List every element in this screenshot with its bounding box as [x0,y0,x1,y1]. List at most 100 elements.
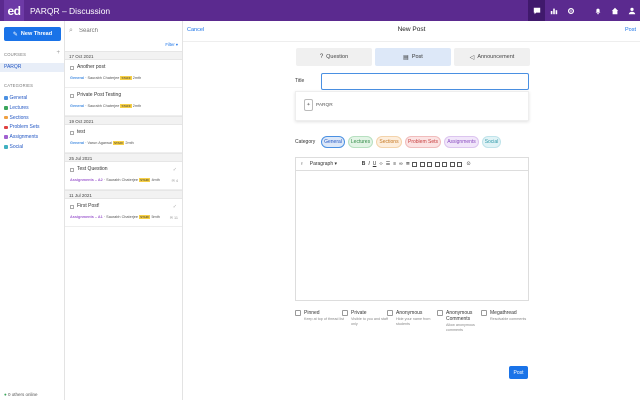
thread-author: Saurabh Chaterjee [106,178,139,182]
thread-meta: General · Varun Agarwal STAFF 2mth [70,141,134,145]
category-chip-sections[interactable]: Sections [376,136,402,148]
category-label: General [9,95,28,101]
filter-dropdown[interactable]: Filter ▾ [165,42,178,47]
page-title: New Post [397,26,426,33]
thread-type-icon [70,205,74,209]
snippet-icon[interactable] [442,161,448,167]
thread-item[interactable]: Test Question Assignments – A2 · Saurabh … [65,162,182,190]
date-header: 11 Jul 2021 [65,190,182,199]
option-checkbox[interactable] [295,310,301,316]
thread-meta: Assignments – A2 · Saurabh Chaterjee STA… [70,178,160,182]
online-text: 0 others online [7,392,38,397]
editor-toolbar: ♀ Paragraph ▾ B I U ‹› ☰ ≡ ∞ ≣ ⊙ [295,157,529,170]
user-icon[interactable] [623,0,640,21]
thread-category: General [70,141,85,145]
thread-title: Another post [77,64,106,70]
chart-icon[interactable] [545,0,562,21]
search-input[interactable] [79,28,169,34]
paragraph-label: Paragraph [309,161,334,167]
ed-logo[interactable]: ed [4,0,24,21]
category-chip-assignments[interactable]: Assignments [444,136,479,148]
thread-category: General [70,76,85,80]
underline-icon[interactable]: U [373,161,377,167]
thread-meta: General · Saurabh Chaterjee STAFF 2mth [70,76,142,80]
new-thread-button[interactable]: ✎ New Thread [4,27,61,41]
thread-title: test [77,129,86,135]
sidebar-category-assignments[interactable]: Assignments [4,134,38,140]
category-chip-social[interactable]: Social [482,136,501,148]
thread-time: 2mth [132,76,142,80]
thread-type-icon [70,131,74,135]
sidebar-category-sections[interactable]: Sections [4,115,29,121]
type-label: Announcement [477,54,515,60]
math-icon[interactable] [427,161,433,167]
add-course-icon[interactable]: + [56,50,60,56]
lightbulb-icon[interactable]: ♀ [300,161,304,167]
option-checkbox[interactable] [387,310,393,316]
pencil-icon[interactable] [457,161,463,167]
option-checkbox[interactable] [342,310,348,316]
reply-count-value: 4 [175,179,178,183]
sidebar-category-lectures[interactable]: Lectures [4,105,29,111]
category-chip-lectures[interactable]: Lectures [348,136,373,148]
bullet-list-icon[interactable]: ☰ [386,161,390,167]
thread-item[interactable]: test General · Varun Agarwal STAFF 2mth [65,125,182,153]
category-label: Sections [9,114,29,121]
category-color-dot [4,115,8,120]
post-link-button[interactable]: Post [625,27,636,33]
option-name: Pinned [304,310,320,316]
top-bar: ed PARQR – Discussion [0,0,640,21]
code-block-icon[interactable] [434,161,440,167]
link-icon[interactable]: ∞ [399,161,403,167]
type-question-button[interactable]: ? Question [296,48,372,66]
category-chip-problem-sets[interactable]: Problem Sets [405,136,441,148]
courses-heading: COURSES [4,52,27,57]
gear-icon[interactable] [562,0,579,21]
thread-item[interactable]: Private Post Testing General · Saurabh Ch… [65,88,182,116]
new-post-panel: Cancel New Post Post ? Question ▤ Post ◁ Anno… [183,21,640,400]
bell-icon[interactable] [589,0,606,21]
table-icon[interactable] [419,161,425,167]
new-thread-label: New Thread [20,31,53,37]
course-item-parqr[interactable]: PARQR [0,63,64,72]
category-color-dot [4,145,8,149]
italic-icon[interactable]: I [368,161,369,167]
category-chip-general[interactable]: General [321,136,345,148]
panel-header: Cancel New Post Post [183,21,640,42]
bold-icon[interactable]: B [362,161,366,167]
thread-time: 2mth [125,141,134,145]
thread-type-icon [70,168,74,172]
align-icon[interactable]: ≣ [406,161,410,167]
search-bar: ⌕ [69,25,179,37]
sidebar-category-general[interactable]: General [4,95,27,101]
date-header: 19 Oct 2021 [65,116,182,125]
post-button[interactable]: Post [509,366,528,379]
suggestion-popup[interactable]: ✦ PARQR [295,91,529,121]
thread-meta: Assignments – A1 · Saurabh Chaterjee STA… [70,215,160,219]
type-announcement-button[interactable]: ◁ Announcement [454,48,530,66]
more-icon[interactable]: ⊙ [466,161,470,167]
chat-icon[interactable] [528,0,545,21]
sidebar-category-problem-sets[interactable]: Problem Sets [4,124,40,130]
option-checkbox[interactable] [437,310,443,316]
option-description: Resolvable comments [490,317,527,321]
thread-time: 4mth [151,178,160,182]
thread-time: 5mth [151,215,160,219]
thread-author: Varun Agarwal [87,141,112,145]
document-icon: ▤ [403,54,409,61]
callout-icon[interactable] [449,161,455,167]
paragraph-dropdown[interactable]: Paragraph ▾ [310,161,350,167]
home-icon[interactable] [606,0,623,21]
type-post-button[interactable]: ▤ Post [375,48,451,66]
post-body-editor[interactable] [295,170,529,301]
numbered-list-icon[interactable]: ≡ [393,161,396,167]
title-label: Title [295,78,305,84]
code-icon[interactable]: ‹› [379,161,382,167]
option-checkbox[interactable] [481,310,487,316]
image-icon[interactable] [412,161,418,167]
divider [579,0,589,21]
thread-item[interactable]: First Post! Assignments – A1 · Saurabh Ch… [65,199,182,227]
thread-meta: General · Saurabh Chaterjee STAFF 2mth [70,104,142,108]
sidebar-category-social[interactable]: Social [4,144,23,150]
thread-item[interactable]: Another post General · Saurabh Chaterjee … [65,60,182,88]
